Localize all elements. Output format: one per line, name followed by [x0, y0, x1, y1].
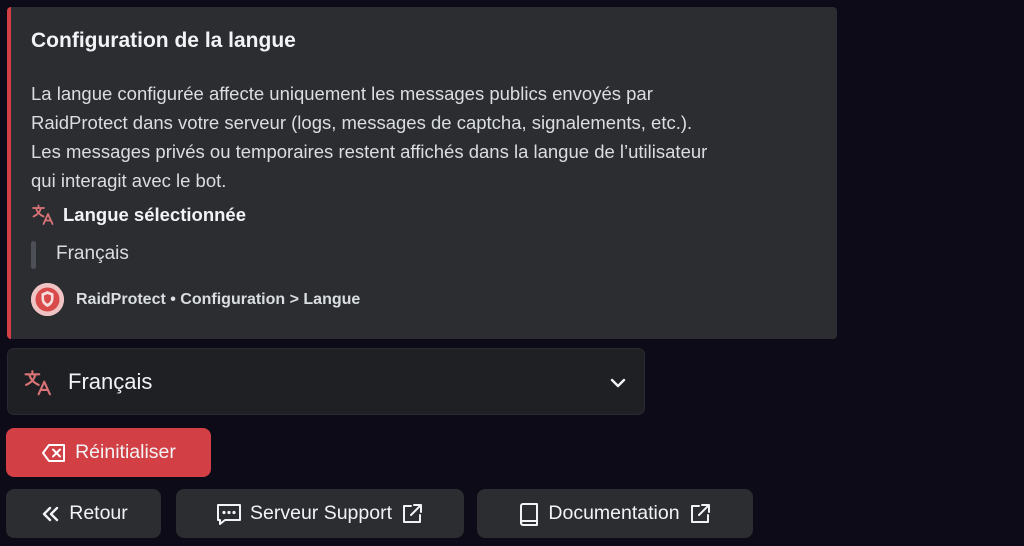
translate-icon — [23, 368, 53, 398]
reset-button[interactable]: Réinitialiser — [6, 428, 211, 477]
external-link-icon — [400, 502, 424, 526]
language-select[interactable]: Français — [7, 348, 645, 415]
raidprotect-avatar — [31, 283, 64, 316]
support-label: Serveur Support — [250, 502, 392, 524]
chevron-down-icon[interactable] — [608, 373, 628, 393]
message-icon — [216, 502, 242, 526]
external-link-icon — [688, 502, 712, 526]
footer-text: RaidProtect • Configuration > Langue — [76, 290, 361, 308]
backspace-icon — [41, 442, 67, 464]
embed-description: La langue configurée affecte uniquement … — [31, 79, 831, 195]
support-server-button[interactable]: Serveur Support — [176, 489, 464, 538]
back-button[interactable]: Retour — [6, 489, 161, 538]
description-line: Les messages privés ou temporaires reste… — [31, 141, 708, 162]
field-name: Langue sélectionnée — [31, 203, 246, 227]
select-value: Français — [68, 369, 153, 394]
embed-footer: RaidProtect • Configuration > Langue — [31, 283, 360, 316]
field-name-label: Langue sélectionnée — [63, 204, 246, 225]
back-label: Retour — [69, 502, 128, 524]
book-icon — [518, 502, 540, 526]
description-line: qui interagit avec le bot. — [31, 170, 227, 191]
language-config-embed: Configuration de la langue La langue con… — [7, 7, 837, 339]
embed-title: Configuration de la langue — [31, 29, 296, 52]
reset-label: Réinitialiser — [75, 441, 176, 463]
quote-bar — [31, 241, 36, 269]
documentation-button[interactable]: Documentation — [477, 489, 753, 538]
translate-icon — [31, 203, 55, 227]
description-line: La langue configurée affecte uniquement … — [31, 83, 653, 104]
field-value: Français — [56, 243, 129, 264]
double-chevron-left-icon — [39, 503, 61, 525]
description-line: RaidProtect dans votre serveur (logs, me… — [31, 112, 693, 133]
docs-label: Documentation — [548, 502, 680, 524]
